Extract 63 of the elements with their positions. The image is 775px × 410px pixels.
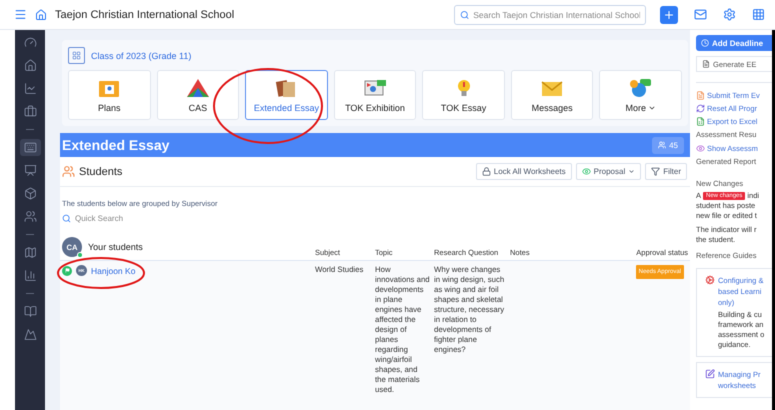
filter-icon: [651, 167, 660, 176]
settings-button[interactable]: [723, 8, 736, 21]
settings-icon: [723, 8, 736, 21]
section-title: Extended Essay: [62, 137, 170, 153]
keyboard-icon: [24, 141, 36, 154]
users-icon: [24, 210, 36, 223]
search-icon: [62, 214, 71, 223]
menu-button[interactable]: [14, 8, 27, 21]
module-tile[interactable]: TOK Exhibition: [334, 70, 416, 120]
book-icon: [24, 305, 36, 318]
class-label: Class of 2023 (Grade 11): [91, 50, 192, 60]
grid-icon: [752, 8, 765, 21]
presentation-icon: [24, 164, 36, 177]
module-tile[interactable]: Messages: [510, 70, 594, 120]
home-icon: [35, 8, 47, 20]
apps-grid-button[interactable]: [752, 8, 765, 21]
search-icon: [460, 10, 470, 20]
analytics-icon: [24, 269, 36, 282]
spreadsheet-icon: [696, 117, 705, 126]
module-tile[interactable]: Plans: [68, 70, 151, 120]
students-icon: [62, 165, 75, 178]
clock-icon: [701, 39, 709, 47]
module-tile[interactable]: Extended Essay: [245, 70, 328, 120]
briefcase-icon: [24, 105, 36, 118]
box-icon: [24, 187, 36, 200]
eye-icon: [696, 144, 705, 153]
envelope-icon: [694, 8, 707, 21]
module-tile[interactable]: CAS: [156, 70, 240, 120]
add-button[interactable]: [660, 6, 678, 24]
users-icon: [658, 141, 666, 149]
plus-icon: [663, 8, 675, 20]
gauge-icon: [24, 36, 36, 49]
group-title: Your students: [88, 242, 143, 252]
screen-icon: [363, 78, 388, 98]
lock-button[interactable]: Lock All Worksheets: [476, 163, 572, 180]
sidebar-keyboard-button[interactable]: [20, 139, 40, 156]
refresh-icon: [696, 104, 705, 113]
caret-icon: [628, 168, 636, 175]
chart-icon: [24, 82, 36, 95]
map-icon: [24, 246, 36, 259]
panel-title: Students: [79, 166, 124, 178]
grid-icon: [68, 47, 85, 64]
home-icon: [24, 59, 36, 72]
mountain-icon: [24, 328, 36, 341]
document-icon: [702, 60, 710, 68]
menu-icon: [14, 8, 27, 21]
school-title: Taejon Christian International School: [55, 8, 236, 20]
proposal-dropdown[interactable]: Proposal: [576, 163, 642, 180]
filter-button[interactable]: Filter: [645, 163, 687, 180]
chat-bubbles-icon: [628, 78, 653, 98]
lock-icon: [482, 167, 491, 176]
mail-button[interactable]: [694, 8, 707, 21]
eye-icon: [582, 167, 591, 176]
gear-icon: [705, 275, 715, 285]
add-deadline-button[interactable]: Add Deadline: [696, 35, 772, 51]
search-field[interactable]: Search Taejon Christian International School: [454, 4, 646, 24]
student-count: 45: [652, 136, 684, 154]
student-name-link[interactable]: Hanjoon Ko: [91, 266, 136, 276]
edit-icon: [705, 369, 715, 379]
module-tile[interactable]: TOK Essay: [422, 70, 505, 120]
triangle-icon: [186, 78, 210, 98]
document-icon: [696, 91, 705, 100]
module-tile[interactable]: More: [599, 70, 682, 120]
